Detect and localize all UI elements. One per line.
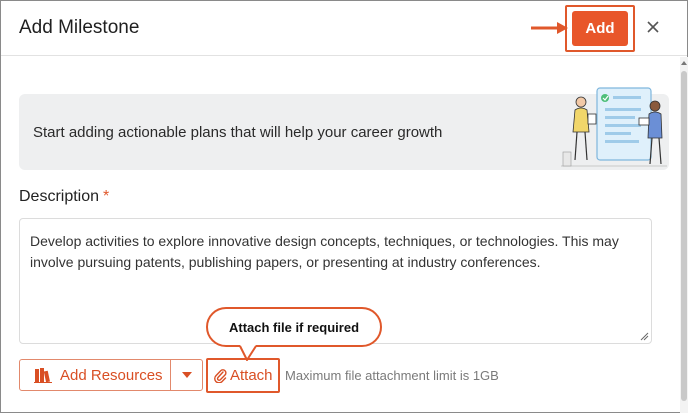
add-button[interactable]: Add bbox=[572, 11, 628, 46]
attachment-limit-text: Maximum file attachment limit is 1GB bbox=[285, 368, 499, 383]
description-label: Description * bbox=[19, 188, 109, 206]
required-asterisk: * bbox=[103, 188, 110, 205]
add-resources-button[interactable]: Add Resources bbox=[20, 360, 170, 390]
scrollbar-thumb[interactable] bbox=[681, 71, 687, 401]
add-resources-dropdown-toggle[interactable] bbox=[171, 360, 203, 390]
career-plan-illustration-icon bbox=[561, 87, 667, 167]
scrollbar[interactable] bbox=[680, 57, 688, 413]
dialog-title: Add Milestone bbox=[19, 17, 140, 38]
caret-down-icon bbox=[182, 372, 192, 378]
attach-button[interactable]: Attach bbox=[213, 365, 273, 385]
arrow-pointer-icon bbox=[531, 22, 568, 34]
description-text: Develop activities to explore innovative… bbox=[30, 233, 619, 270]
add-resources-label: Add Resources bbox=[60, 366, 163, 384]
description-label-text: Description bbox=[19, 188, 100, 205]
resize-handle-icon[interactable] bbox=[640, 332, 649, 341]
info-banner: Start adding actionable plans that will … bbox=[19, 87, 669, 170]
books-icon bbox=[34, 368, 52, 383]
banner-text: Start adding actionable plans that will … bbox=[33, 124, 443, 141]
attach-label: Attach bbox=[230, 366, 273, 384]
scroll-up-arrow-icon[interactable] bbox=[681, 61, 687, 65]
add-milestone-dialog: Add Milestone Add Start adding actionabl… bbox=[0, 0, 688, 413]
dialog-header: Add Milestone Add bbox=[1, 1, 687, 56]
paperclip-icon bbox=[214, 369, 227, 383]
add-resources-split-button: Add Resources bbox=[19, 359, 203, 391]
close-icon[interactable] bbox=[644, 18, 662, 36]
attach-callout-tooltip: Attach file if required bbox=[206, 307, 382, 347]
